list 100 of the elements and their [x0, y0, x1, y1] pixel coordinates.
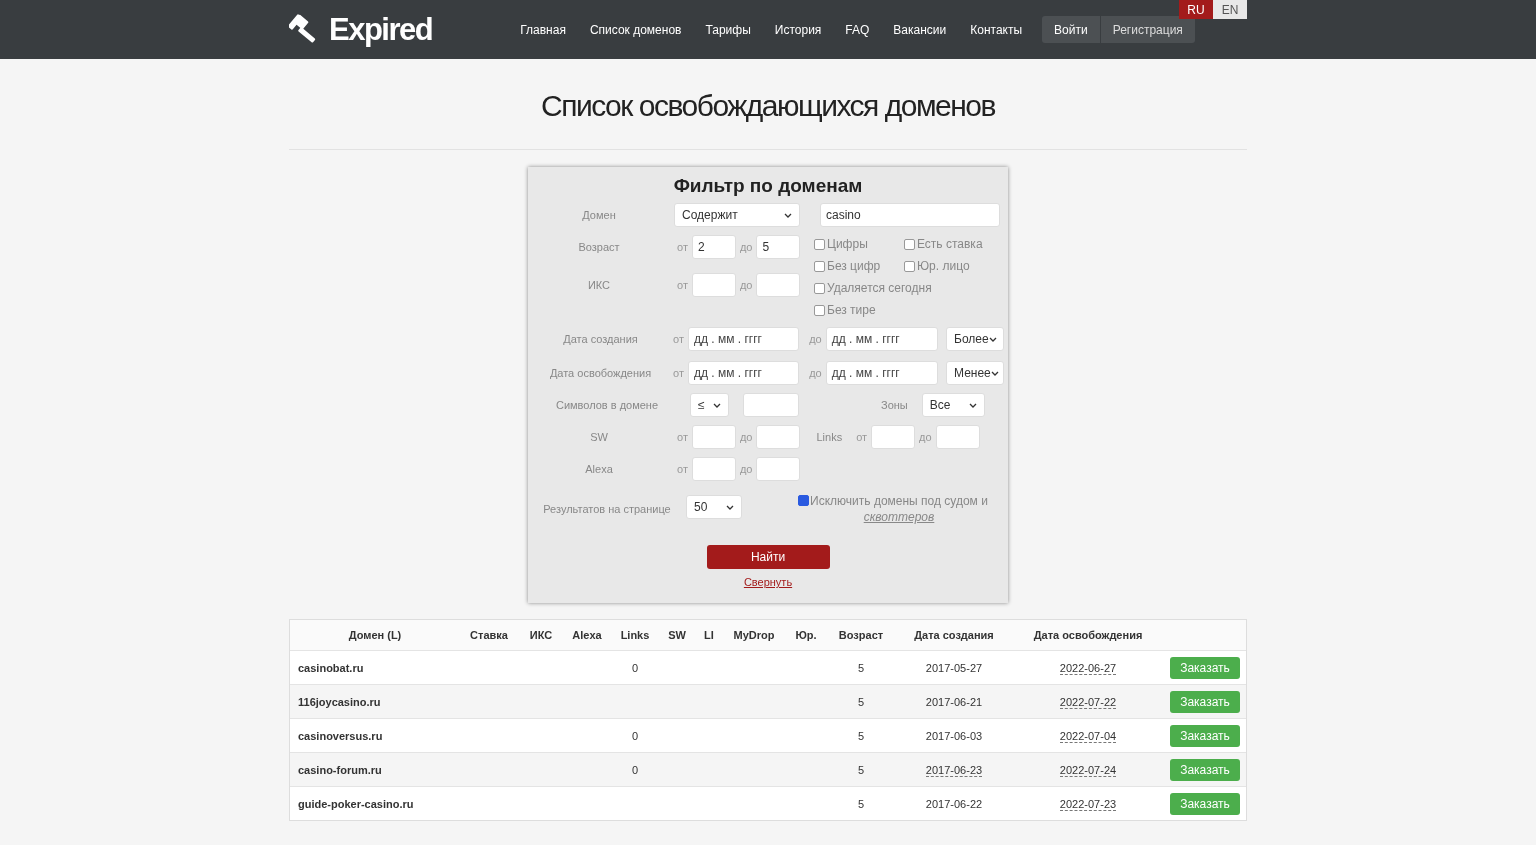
date-cell: 2017-06-21 — [925, 695, 983, 708]
range-from-input[interactable]: 2 — [691, 235, 736, 259]
page-title: Список освобождающихся доменов — [540, 88, 996, 124]
range-from-input[interactable] — [871, 425, 916, 449]
checkbox[interactable] — [814, 282, 825, 294]
range-from-input[interactable] — [691, 273, 736, 297]
site-logo[interactable]: Expired — [329, 11, 433, 48]
table-cell: 5 — [857, 661, 865, 674]
field-label: Alexa — [584, 463, 614, 475]
operator-select[interactable]: ≤ — [690, 393, 729, 417]
table-cell: 5 — [857, 695, 865, 708]
filter-title: Фильтр по доменам — [672, 175, 864, 197]
checkbox-label: Есть ставка — [917, 237, 983, 251]
field-label: Links — [816, 431, 843, 443]
date-mode-select[interactable]: Более — [946, 327, 1004, 351]
collapse-link[interactable]: Свернуть — [743, 576, 793, 588]
range-label: до — [739, 463, 753, 475]
domain-input[interactable]: casino — [820, 203, 1000, 227]
checkbox[interactable] — [814, 260, 825, 272]
date-from-input[interactable]: дд . мм . гггг — [687, 361, 800, 385]
chevron-down-icon — [988, 337, 997, 342]
range-from-input[interactable] — [691, 457, 736, 481]
range-label: до — [739, 431, 753, 443]
date-to-input[interactable]: дд . мм . гггг — [825, 361, 938, 385]
domain-cell-text: casinobat.ru — [297, 661, 365, 674]
chevron-down-icon — [713, 403, 721, 408]
range-label: от — [677, 279, 688, 291]
register-button[interactable]: Регистрация — [1100, 16, 1195, 43]
language-button[interactable]: RU — [1179, 0, 1213, 19]
date-from-input[interactable]: дд . мм . гггг — [687, 327, 800, 351]
column-header[interactable]: Links — [610, 629, 660, 641]
field-label: Домен — [581, 209, 617, 221]
range-label: до — [919, 431, 932, 443]
date-cell: 2017-06-03 — [925, 729, 983, 742]
column-header[interactable]: Alexa — [564, 629, 610, 641]
column-header[interactable]: Домен (L) — [290, 629, 460, 641]
domain-cell-text: guide-poker-casino.ru — [297, 797, 415, 810]
column-header[interactable]: Дата освобождения — [1014, 629, 1162, 641]
match-select[interactable]: Содержит — [674, 203, 800, 227]
date-cell: 2022-07-23 — [1059, 797, 1117, 811]
field-label: Дата освобождения — [548, 367, 653, 379]
checkbox-label: Удаляется сегодня — [827, 281, 932, 295]
field-label: Зоны — [881, 399, 908, 411]
range-label: от — [673, 333, 684, 345]
range-label: от — [673, 367, 684, 379]
checkbox[interactable] — [798, 495, 809, 506]
chevron-down-icon — [784, 213, 792, 218]
nav-link[interactable]: Контакты — [958, 22, 1035, 37]
date-cell: 2022-07-22 — [1059, 695, 1117, 709]
nav-link[interactable]: Главная — [508, 22, 578, 37]
per-page-select[interactable]: 50 — [686, 495, 742, 519]
checkbox[interactable] — [814, 304, 825, 316]
date-to-input[interactable]: дд . мм . гггг — [825, 327, 938, 351]
column-header[interactable]: Возраст — [828, 629, 894, 641]
checkbox-label: Цифры — [827, 237, 868, 251]
range-to-input[interactable] — [756, 273, 801, 297]
field-label: Дата создания — [562, 333, 639, 345]
column-header[interactable]: Дата создания — [894, 629, 1014, 641]
checkbox-label: Без тире — [827, 303, 876, 317]
checkbox-label: Юр. лицо — [917, 259, 970, 273]
language-button[interactable]: EN — [1213, 0, 1247, 19]
domain-cell-text: casino-forum.ru — [297, 763, 383, 776]
table-cell: 0 — [631, 661, 639, 674]
range-from-input[interactable] — [691, 425, 736, 449]
column-header[interactable]: SW — [660, 629, 694, 641]
date-cell: 2017-05-27 — [925, 661, 983, 674]
column-header[interactable]: MyDrop — [724, 629, 784, 641]
column-header[interactable]: Ставка — [460, 629, 518, 641]
column-header[interactable]: Юр. — [784, 629, 828, 641]
length-input[interactable] — [743, 393, 799, 417]
table-cell: 5 — [857, 797, 865, 810]
checkbox[interactable] — [904, 238, 915, 250]
range-to-input[interactable] — [935, 425, 980, 449]
range-label: от — [677, 431, 688, 443]
date-mode-select[interactable]: Менее — [946, 361, 1004, 385]
field-label: ИКС — [586, 279, 612, 291]
checkbox-label: Без цифр — [827, 259, 881, 273]
range-label: от — [856, 431, 868, 443]
domain-cell-text: 116joycasino.ru — [297, 695, 382, 708]
nav-link[interactable]: Тарифы — [693, 22, 763, 37]
range-label: до — [809, 333, 822, 345]
login-button[interactable]: Войти — [1042, 16, 1100, 43]
range-to-input[interactable] — [756, 425, 801, 449]
nav-link[interactable]: Вакансии — [881, 22, 959, 37]
column-header[interactable]: ИКС — [518, 629, 564, 641]
range-to-input[interactable] — [756, 457, 801, 481]
nav-link[interactable]: Список доменов — [577, 22, 694, 37]
nav-link[interactable]: FAQ — [833, 22, 882, 37]
checkbox[interactable] — [814, 238, 825, 250]
chevron-down-icon — [990, 371, 999, 376]
table-cell: 0 — [631, 763, 639, 776]
search-button[interactable]: Найти — [706, 545, 830, 569]
nav-link[interactable]: История — [762, 22, 834, 37]
range-label: до — [809, 367, 822, 379]
zones-select[interactable]: Все — [921, 393, 985, 417]
column-header[interactable]: LI — [694, 629, 724, 641]
range-to-input[interactable]: 5 — [756, 235, 801, 259]
checkbox-label: Исключить домены под судом и — [810, 494, 988, 508]
checkbox[interactable] — [904, 260, 915, 272]
table-cell: 5 — [857, 763, 865, 776]
